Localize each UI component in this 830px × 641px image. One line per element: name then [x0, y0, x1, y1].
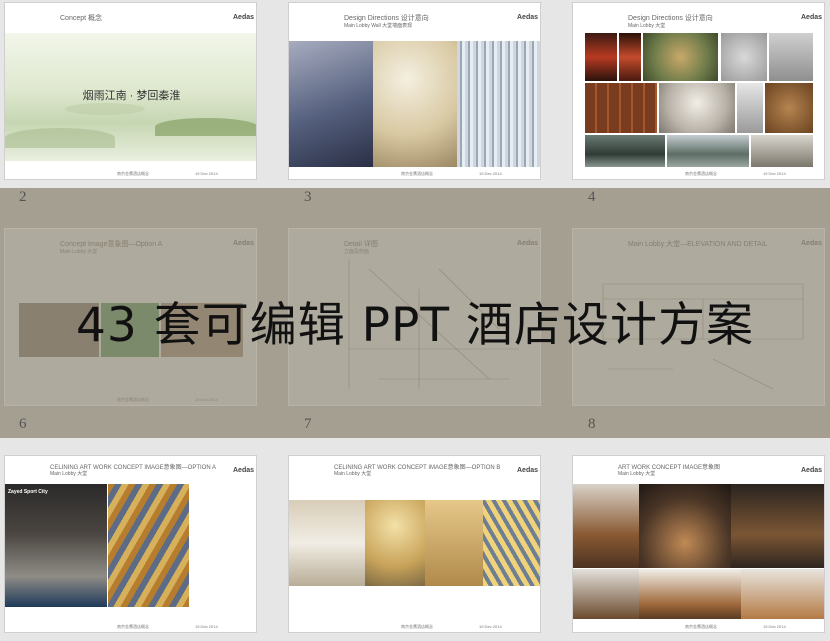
woven-basket-image — [721, 33, 767, 81]
aedas-logo: Aedas — [801, 467, 823, 474]
lantern-image — [585, 33, 617, 81]
bird-cage-image — [643, 33, 718, 81]
slide-thumbnail-2[interactable]: Design Directions 设计意向 Main Lobby Wall 大… — [288, 2, 541, 180]
canal-town-image — [585, 135, 665, 167]
watermark-overlay-text: 43 套可编辑 PPT 酒店设计方案 — [75, 298, 755, 353]
slide-title: Concept 概念 — [60, 15, 103, 22]
lobby-chandelier-image — [5, 484, 107, 607]
slide-number: 4 — [588, 189, 596, 205]
aedas-logo: Aedas — [517, 467, 539, 474]
fabric-canopy-image — [373, 41, 457, 167]
aedas-logo: Aedas — [801, 14, 823, 21]
glass-fiber-wall-image — [457, 41, 540, 167]
slide-thumbnail-8[interactable]: CELINING ART WORK CONCEPT IMAGE意象图—OPTIO… — [288, 455, 541, 633]
silhouette-wall-image — [289, 41, 373, 167]
white-sculpture-image — [737, 83, 763, 133]
aedas-logo: Aedas — [233, 14, 255, 21]
slide-footer-left: 南京金鹰酒店概念 — [117, 397, 149, 402]
slide-footer-left: 南京金鹰酒店概念 — [685, 171, 717, 176]
aedas-logo: Aedas — [517, 14, 539, 21]
aedas-logo: Aedas — [233, 467, 255, 474]
slide-number: 2 — [19, 189, 27, 205]
ceiling-art-image-2 — [365, 500, 425, 586]
slide-number: 8 — [588, 416, 596, 432]
slide-center-title: 烟雨江南 · 梦回秦淮 — [82, 90, 181, 102]
art-installation-image — [108, 484, 189, 607]
slide-footer-left: 南京金鹰酒店概念 — [117, 624, 149, 629]
slide-subtitle: Main Lobby 大堂 — [618, 471, 656, 477]
slide-number: 3 — [304, 189, 312, 205]
slide-subtitle: Main Lobby 大堂 — [50, 471, 88, 477]
wood-furniture-image-5 — [639, 569, 741, 619]
slide-number: 6 — [19, 416, 27, 432]
slide-thumbnail-3[interactable]: Design Directions 设计意向 Main Lobby 大堂 Aed… — [572, 2, 825, 180]
garden-rock-image — [751, 135, 813, 167]
carved-screen-image — [585, 83, 657, 133]
river-village-image — [667, 135, 749, 167]
slide-footer-left: 南京金鹰酒店概念 — [401, 624, 433, 629]
slide-footer-right: 19 Dec 2014 — [763, 624, 786, 629]
wood-furniture-image-3 — [731, 484, 824, 568]
ceiling-art-image-4 — [483, 500, 540, 586]
red-lantern-image — [619, 33, 641, 81]
bamboo-basket-image — [765, 83, 813, 133]
slide-subtitle: Main Lobby 大堂 — [628, 23, 666, 29]
slide-subtitle: Main Lobby 大堂 — [334, 471, 372, 477]
ceiling-art-image-3 — [425, 500, 483, 586]
slide-footer-right: 19 Dec 2014 — [195, 171, 218, 176]
photo-caption: Zayed Sport City — [8, 489, 48, 495]
wood-furniture-image-2 — [639, 484, 731, 568]
slide-footer-right: 19 Dec 2014 — [479, 624, 502, 629]
slide-footer-right: 19 Dec 2014 — [763, 171, 786, 176]
slide-thumbnail-9[interactable]: ART WORK CONCEPT IMAGE意象图 Main Lobby 大堂 … — [572, 455, 825, 633]
slide-footer-right: 19 Dec 2014 — [195, 397, 218, 402]
slide-footer-left: 南京金鹰酒店概念 — [685, 624, 717, 629]
vases-image — [769, 33, 813, 81]
ceiling-art-image-1 — [289, 500, 365, 586]
slide-footer-left: 南京金鹰酒店概念 — [401, 171, 433, 176]
slide-thumbnail-7[interactable]: CELINING ART WORK CONCEPT IMAGE意象图—OPTIO… — [4, 455, 257, 633]
wood-furniture-image-4 — [573, 569, 639, 619]
slide-footer-left: 南京金鹰酒店概念 — [117, 171, 149, 176]
slide-number: 7 — [304, 416, 312, 432]
hanging-lamp-image — [659, 83, 735, 133]
slide-subtitle: Main Lobby 大堂 — [60, 249, 98, 255]
wood-furniture-image-1 — [573, 484, 639, 568]
slide-footer-right: 19 Dec 2014 — [195, 624, 218, 629]
slide-footer-right: 19 Dec 2014 — [479, 171, 502, 176]
slide-thumbnail-1[interactable]: Concept 概念 Aedas 烟雨江南 · 梦回秦淮 南京金鹰酒店概念 19… — [4, 2, 257, 180]
slide-subtitle: Main Lobby Wall 大堂墙面表现 — [344, 23, 413, 29]
wood-furniture-image-6 — [741, 569, 824, 619]
aedas-logo: Aedas — [233, 240, 255, 247]
